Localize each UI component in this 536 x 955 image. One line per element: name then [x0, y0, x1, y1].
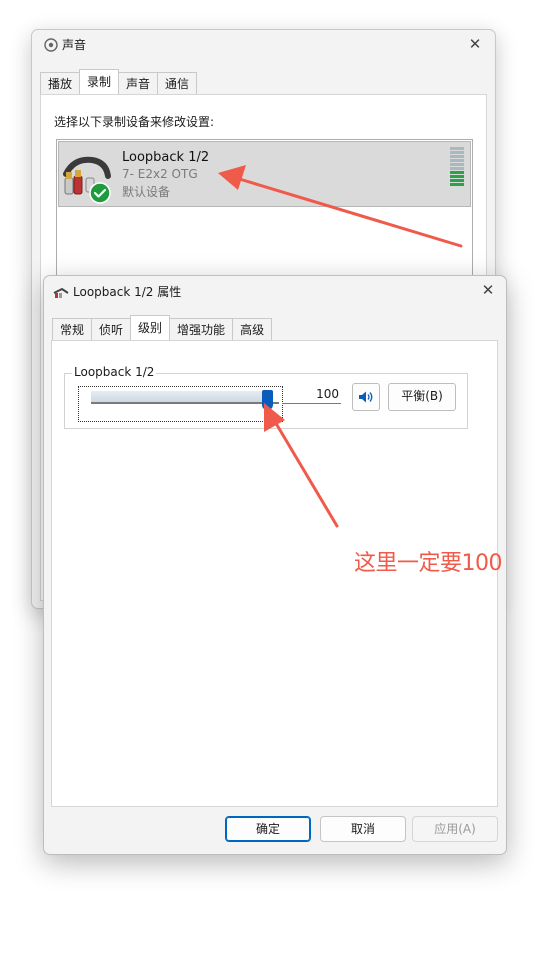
- mute-button[interactable]: [352, 383, 380, 411]
- green-check-icon: [89, 182, 111, 204]
- annotation-text: 这里一定要100: [354, 551, 503, 576]
- tab-levels[interactable]: 级别: [130, 315, 171, 340]
- properties-window-titlebar: Loopback 1/2 属性 ✕: [44, 276, 506, 306]
- level-group-label: Loopback 1/2: [72, 365, 157, 379]
- tab-enhancements[interactable]: 增强功能: [169, 318, 234, 340]
- volume-slider-track: [91, 402, 279, 404]
- recording-instruction: 选择以下录制设备来修改设置:: [54, 115, 215, 129]
- level-meter: [450, 147, 464, 187]
- device-name: Loopback 1/2: [122, 150, 210, 165]
- sound-window-titlebar: 声音 ✕: [32, 30, 495, 60]
- apply-button[interactable]: 应用(A): [412, 816, 498, 842]
- sound-tabs: 播放 录制 声音 通信: [40, 69, 198, 94]
- device-subtitle: 7- E2x2 OTG: [122, 167, 198, 181]
- volume-value[interactable]: 100: [282, 384, 341, 404]
- device-item-loopback[interactable]: Loopback 1/2 7- E2x2 OTG 默认设备: [58, 141, 471, 207]
- speaker-icon: [44, 38, 58, 52]
- level-groupbox: Loopback 1/2 100 平衡(B): [64, 365, 468, 429]
- volume-slider-thumb[interactable]: [262, 390, 273, 410]
- tab-advanced[interactable]: 高级: [232, 318, 273, 340]
- properties-window-title: Loopback 1/2 属性: [73, 285, 182, 299]
- tab-playback[interactable]: 播放: [40, 72, 81, 94]
- device-status: 默认设备: [122, 185, 171, 199]
- rca-cable-icon: [53, 287, 69, 298]
- tab-communications[interactable]: 通信: [157, 72, 198, 94]
- sound-window-title: 声音: [62, 38, 87, 52]
- balance-button[interactable]: 平衡(B): [388, 383, 456, 411]
- ok-button[interactable]: 确定: [225, 816, 311, 842]
- tab-general[interactable]: 常规: [52, 318, 93, 340]
- tab-recording[interactable]: 录制: [79, 69, 120, 94]
- properties-tabs: 常规 侦听 级别 增强功能 高级: [52, 315, 273, 340]
- properties-window-close-icon[interactable]: ✕: [478, 280, 498, 300]
- volume-slider[interactable]: [78, 386, 283, 422]
- sound-window-close-icon[interactable]: ✕: [465, 34, 485, 54]
- tab-sounds[interactable]: 声音: [118, 72, 159, 94]
- speaker-icon: [359, 391, 373, 403]
- tab-listen[interactable]: 侦听: [91, 318, 132, 340]
- cancel-button[interactable]: 取消: [320, 816, 406, 842]
